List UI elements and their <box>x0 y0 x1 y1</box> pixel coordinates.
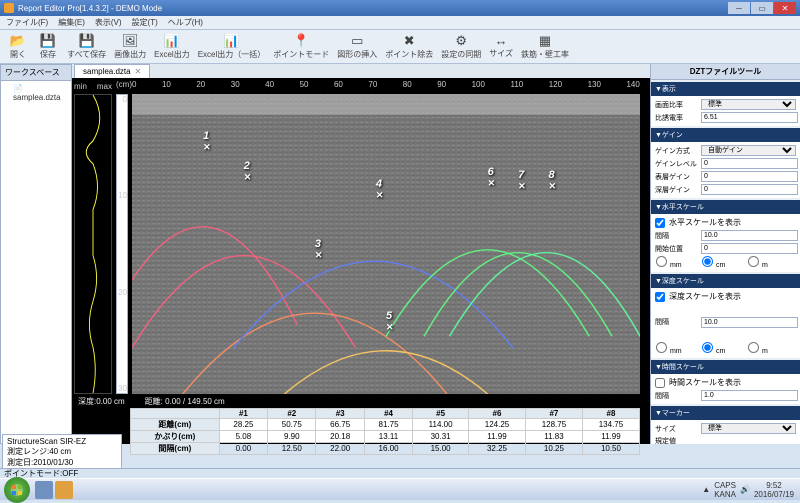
minimize-button[interactable]: ─ <box>728 2 750 14</box>
section-tscale[interactable]: ▼時間スケール <box>651 360 800 374</box>
hscale-units: mm cm m <box>655 255 796 270</box>
section-marker[interactable]: ▼マーカー <box>651 406 800 420</box>
toolbar-save-button[interactable]: 💾保存 <box>34 32 62 61</box>
file-tree: 📄 samplea.dzta <box>1 81 71 443</box>
maximize-button[interactable]: ▭ <box>751 2 773 14</box>
toolbar-folder-button[interactable]: 📂開く <box>4 32 32 61</box>
left-panel: ワークスペース 📄 samplea.dzta <box>0 64 72 444</box>
minmax-labels: minmax <box>74 82 112 91</box>
deep-gain-input[interactable] <box>701 184 798 195</box>
scan-viewer[interactable]: minmax (cm)01020304050607080901001101201… <box>72 78 650 444</box>
surface-gain-input[interactable] <box>701 171 798 182</box>
start-button[interactable] <box>4 477 30 503</box>
vscale-checkbox[interactable] <box>655 292 665 302</box>
scan-image[interactable]: 1✕ 2✕ 3✕ 4✕ 5✕ 6✕ 7✕ 8✕ <box>132 94 640 394</box>
scan-marker[interactable]: 5✕ <box>386 310 394 333</box>
taskbar-app-icon[interactable] <box>55 481 73 499</box>
scan-marker[interactable]: 4✕ <box>376 178 384 201</box>
workspace-header: ワークスペース <box>1 65 71 81</box>
toolbar: 📂開く💾保存💾すべて保存🖼画像出力📊Excel出力📊Excel出力（一括）📍ポイ… <box>0 30 800 64</box>
toolbar-point-button[interactable]: 📍ポイントモード <box>270 32 332 61</box>
taskbar: ▲ CAPSKANA 🔊 9:522016/07/19 <box>0 478 800 500</box>
permittivity-input[interactable] <box>701 112 798 123</box>
menu-item[interactable]: ヘルプ(H) <box>168 17 203 28</box>
hscale-start-input[interactable] <box>701 243 798 254</box>
menu-item[interactable]: 表示(V) <box>95 17 122 28</box>
center-panel: samplea.dzta✕ minmax (cm)010203040506070… <box>72 64 650 444</box>
scan-marker[interactable]: 6✕ <box>488 166 496 189</box>
toolbar-image-button[interactable]: 🖼画像出力 <box>111 32 149 61</box>
taskbar-app-icon[interactable] <box>35 481 53 499</box>
gain-method-select[interactable]: 自動ゲイン <box>701 145 796 156</box>
right-panel-title: DZTファイルツール <box>651 64 800 80</box>
ratio-select[interactable]: 標準 <box>701 99 796 110</box>
toolbar-shape-button[interactable]: ▭図形の挿入 <box>334 32 380 61</box>
tree-file[interactable]: 📄 samplea.dzta <box>5 83 67 103</box>
app-title: Report Editor Pro[1.4.3.2] - DEMO Mode <box>18 4 162 13</box>
menu-item[interactable]: 編集(E) <box>58 17 85 28</box>
section-vscale[interactable]: ▼深度スケール <box>651 274 800 288</box>
tscale-interval-input[interactable] <box>701 390 798 401</box>
toolbar-saveall-button[interactable]: 💾すべて保存 <box>64 32 109 61</box>
hscale-interval-input[interactable] <box>701 230 798 241</box>
toolbar-excel2-button[interactable]: 📊Excel出力（一括） <box>195 32 269 61</box>
tabstrip: samplea.dzta✕ <box>72 64 650 78</box>
section-hscale[interactable]: ▼水平スケール <box>651 200 800 214</box>
statusbar: ポイントモード:OFF <box>0 468 800 478</box>
toolbar-remove-button[interactable]: ✖ポイント除去 <box>382 32 436 61</box>
close-button[interactable]: ✕ <box>774 2 796 14</box>
data-table: #1#2#3#4#5#6#7#8距離(cm)28.2550.7566.7581.… <box>130 408 640 442</box>
gain-level-input[interactable] <box>701 158 798 169</box>
app-icon <box>4 3 14 13</box>
tray-icon[interactable]: ▲ <box>702 485 710 494</box>
toolbar-size-button[interactable]: ↔サイズ <box>486 32 516 60</box>
system-tray: ▲ CAPSKANA 🔊 9:522016/07/19 <box>696 481 800 499</box>
scan-marker[interactable]: 7✕ <box>518 169 526 192</box>
tray-icon[interactable]: 🔊 <box>740 485 750 494</box>
menu-item[interactable]: ファイル(F) <box>6 17 48 28</box>
window-buttons: ─ ▭ ✕ <box>728 2 796 14</box>
ruler-horizontal: (cm)0102030405060708090100110120130140 <box>132 80 640 92</box>
menubar: ファイル(F) 編集(E) 表示(V) 設定(T) ヘルプ(H) <box>0 16 800 30</box>
menu-item[interactable]: 設定(T) <box>132 17 158 28</box>
scan-marker[interactable]: 8✕ <box>549 169 557 192</box>
tscale-checkbox[interactable] <box>655 378 665 388</box>
scan-marker[interactable]: 2✕ <box>244 160 252 183</box>
tab-file[interactable]: samplea.dzta✕ <box>74 64 150 78</box>
titlebar: Report Editor Pro[1.4.3.2] - DEMO Mode ─… <box>0 0 800 16</box>
toolbar-rebar-button[interactable]: ▦鉄筋・壁工率 <box>518 32 572 61</box>
viewer-statusbar: 深度:0.00 cm距離: 0.00 / 149.50 cm <box>74 396 640 406</box>
right-panel: DZTファイルツール ▼表示 画面比率標準 比誘電率▲▼ ▼ゲイン ゲイン方式自… <box>650 64 800 444</box>
waveform-panel <box>74 94 112 394</box>
ruler-vertical: 0102030 <box>116 94 128 394</box>
tab-close-icon[interactable]: ✕ <box>135 67 142 76</box>
section-display[interactable]: ▼表示 <box>651 82 800 96</box>
vscale-interval-input[interactable] <box>701 317 798 328</box>
toolbar-sync-button[interactable]: ⚙設定の同期 <box>438 32 484 61</box>
tray-lang[interactable]: CAPSKANA <box>714 481 736 499</box>
scan-marker[interactable]: 3✕ <box>315 238 323 261</box>
clock[interactable]: 9:522016/07/19 <box>754 481 794 499</box>
scan-marker[interactable]: 1✕ <box>203 130 211 153</box>
toolbar-excel-button[interactable]: 📊Excel出力 <box>151 32 193 61</box>
hscale-checkbox[interactable] <box>655 218 665 228</box>
marker-size-select[interactable]: 標準 <box>701 423 796 434</box>
section-gain[interactable]: ▼ゲイン <box>651 128 800 142</box>
